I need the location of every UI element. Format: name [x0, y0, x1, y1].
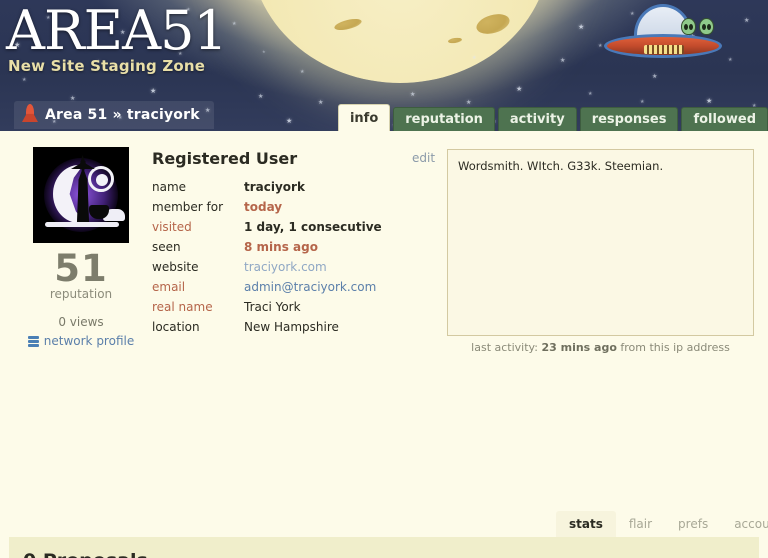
logo-title: AREA51	[6, 0, 228, 62]
info-value[interactable]: admin@traciyork.com	[244, 277, 382, 297]
subtab-accounts[interactable]: accounts	[721, 511, 768, 537]
about-me-box[interactable]: Wordsmith. WItch. G33k. Steemian.	[447, 149, 754, 336]
last-activity-prefix: last activity:	[471, 341, 542, 354]
star-icon: ★	[472, 55, 477, 61]
info-value: 1 day, 1 consecutive	[244, 220, 382, 234]
star-icon: ★	[652, 73, 658, 80]
star-icon: ★	[150, 87, 157, 95]
ring-icon	[88, 166, 114, 192]
subtab-prefs[interactable]: prefs	[665, 511, 721, 537]
star-icon: ★	[22, 77, 27, 83]
info-key: real name	[152, 300, 213, 314]
star-icon: ★	[744, 17, 750, 24]
page-title: Registered User	[152, 149, 298, 168]
breadcrumb-label: Area 51 » traciyork	[45, 107, 200, 123]
alien-icon	[681, 18, 696, 35]
star-icon: ★	[258, 93, 264, 100]
star-icon: ★	[300, 69, 305, 75]
info-key: name	[152, 180, 187, 194]
info-row: seen 8 mins ago	[152, 237, 382, 257]
info-value: 8 mins ago	[244, 240, 318, 254]
info-value[interactable]: traciyork.com	[244, 257, 382, 277]
alien-icon	[699, 18, 714, 35]
ufo-icon	[604, 4, 722, 66]
edit-link[interactable]: edit	[412, 151, 435, 165]
user-details: Registered User name traciyork member for t…	[152, 149, 402, 337]
primary-tabs: info reputation activity responses followed	[337, 104, 768, 131]
last-activity-suffix: from this ip address	[616, 341, 730, 354]
tab-info[interactable]: info	[337, 104, 391, 131]
network-profile-link[interactable]: network profile	[16, 334, 146, 348]
info-value: New Hampshire	[244, 320, 339, 334]
info-key: location	[152, 320, 200, 334]
star-icon: ★	[728, 57, 733, 63]
tab-followed[interactable]: followed	[681, 107, 768, 131]
info-row: member for today	[152, 197, 382, 217]
tab-activity[interactable]: activity	[497, 107, 577, 131]
subtab-stats[interactable]: stats	[556, 511, 616, 537]
info-row: website traciyork.com	[152, 257, 382, 277]
info-value: traciyork	[244, 180, 305, 194]
logo-subtitle: New Site Staging Zone	[8, 57, 206, 75]
subtab-flair[interactable]: flair	[616, 511, 665, 537]
network-profile-label: network profile	[43, 334, 135, 348]
info-key: visited	[152, 220, 192, 234]
about-me-text: Wordsmith. WItch. G33k. Steemian.	[458, 159, 664, 173]
proposals-heading: 0 Proposals	[23, 550, 148, 558]
tab-reputation[interactable]: reputation	[393, 107, 495, 131]
star-icon: ★	[262, 49, 266, 54]
info-key: seen	[152, 240, 181, 254]
info-key: email	[152, 280, 186, 294]
info-row: visited 1 day, 1 consecutive	[152, 217, 382, 237]
info-key: member for	[152, 200, 224, 214]
secondary-tabs: statsflairprefsaccounts	[556, 511, 768, 537]
ufo-lights	[644, 45, 684, 54]
views-count: 0 views	[58, 315, 104, 329]
user-info-table: name traciyork member for today visited 1 day…	[152, 177, 382, 337]
breadcrumb[interactable]: Area 51 » traciyork	[14, 101, 214, 129]
star-icon: ★	[560, 57, 566, 64]
profile-sidebar: 51 reputation 0 views network profile	[16, 147, 146, 348]
info-row: email admin@traciyork.com	[152, 277, 382, 297]
reputation-label: reputation	[49, 287, 113, 301]
stack-icon	[27, 335, 39, 347]
site-logo[interactable]: AREA51 New Site Staging Zone	[6, 0, 228, 76]
last-activity-time: 23 mins ago	[541, 341, 617, 354]
avatar[interactable]	[33, 147, 129, 243]
ground-line	[45, 222, 119, 227]
info-value: today	[244, 200, 283, 214]
tab-responses[interactable]: responses	[579, 107, 679, 131]
star-icon: ★	[588, 91, 593, 97]
stats-panel: 0 Proposals 1 Current Commitment 37 comm…	[9, 537, 759, 558]
info-row: real name Traci York	[152, 297, 382, 317]
profile-content: 51 reputation 0 views network profile Re…	[0, 131, 768, 558]
last-activity: last activity: 23 mins ago from this ip …	[447, 341, 754, 354]
info-value: Traci York	[244, 300, 301, 314]
star-icon: ★	[578, 23, 585, 31]
info-row: location New Hampshire	[152, 317, 382, 337]
star-icon: ★	[232, 21, 237, 27]
rocket-icon	[22, 104, 38, 126]
star-icon: ★	[516, 85, 523, 93]
info-row: name traciyork	[152, 177, 382, 197]
star-icon: ★	[598, 43, 603, 49]
star-icon: ★	[410, 91, 416, 98]
info-key: website	[152, 260, 199, 274]
reputation-value: 51	[54, 247, 108, 290]
